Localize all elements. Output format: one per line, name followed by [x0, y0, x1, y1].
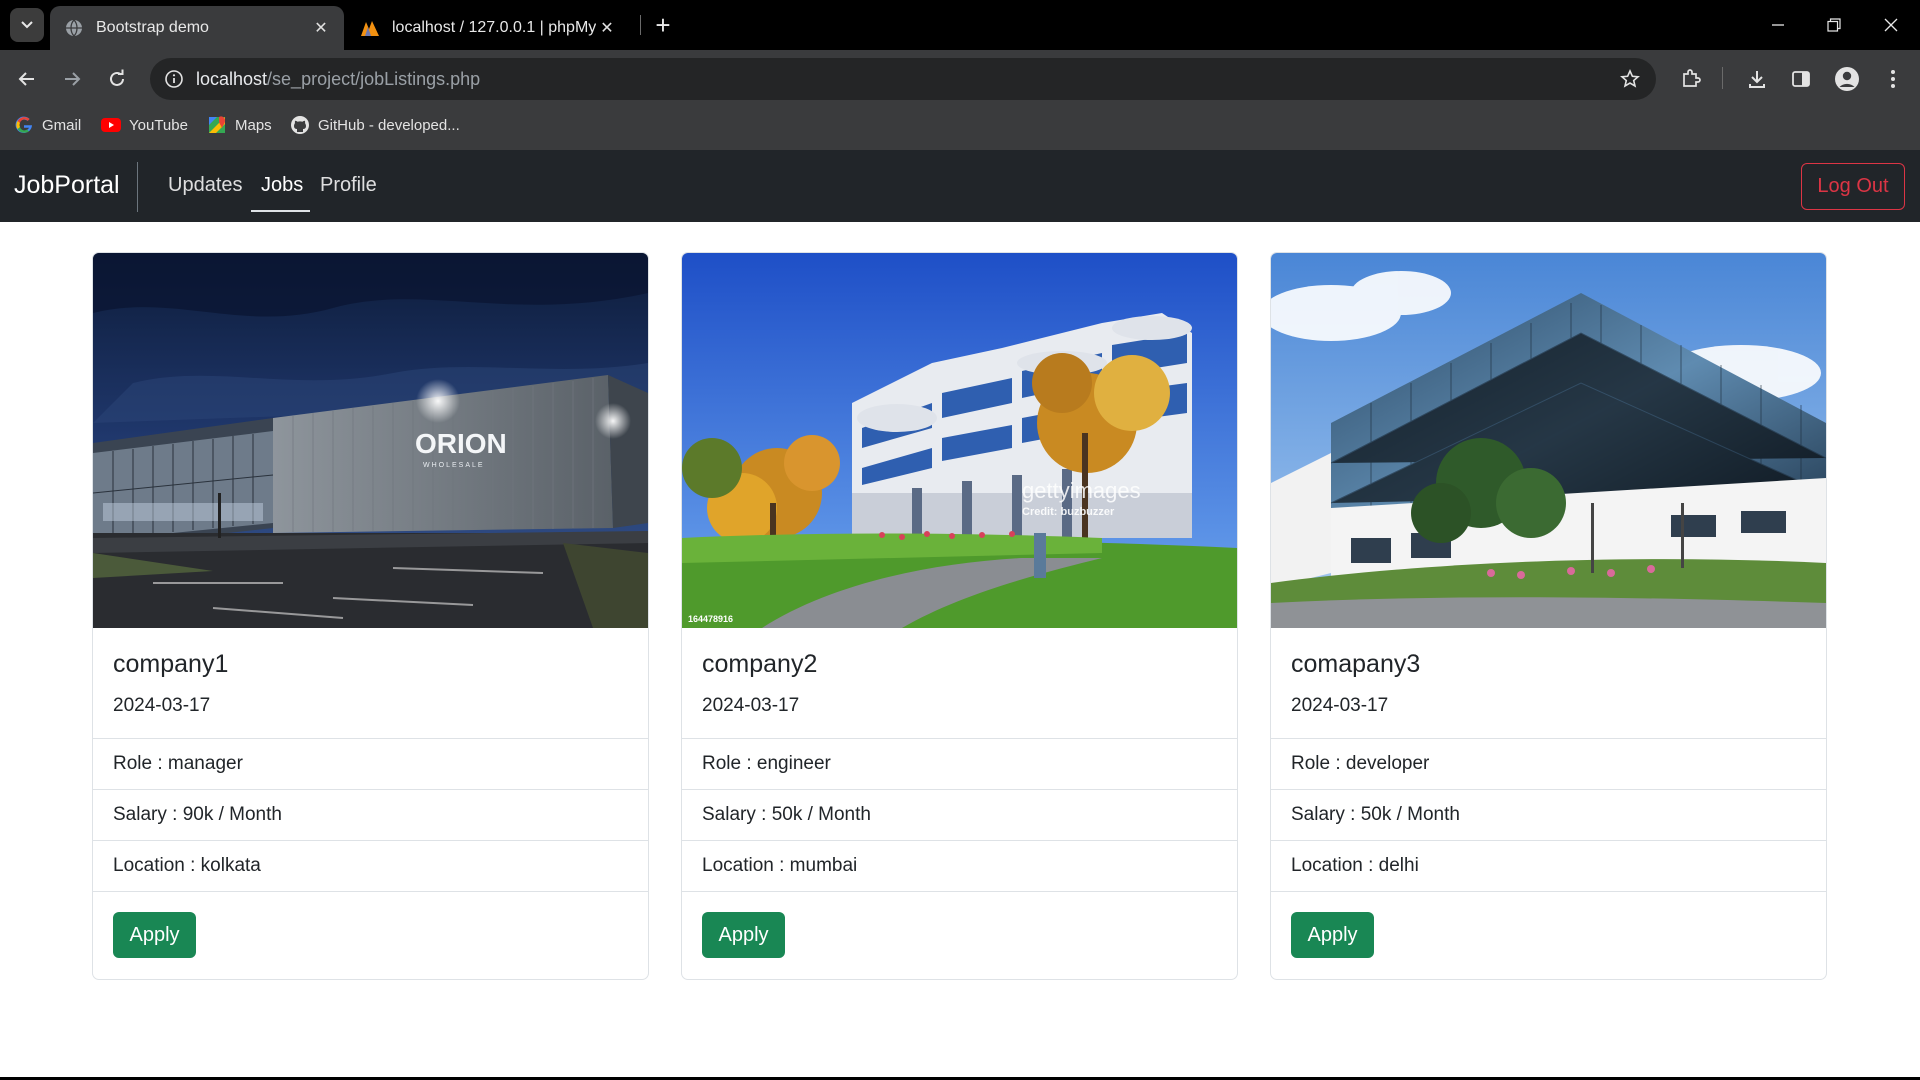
extensions-icon[interactable]: [1674, 62, 1708, 96]
apply-button[interactable]: Apply: [702, 912, 785, 958]
nav-link-profile[interactable]: Profile: [320, 174, 377, 197]
posting-date: 2024-03-17: [1291, 695, 1389, 716]
site-navbar: JobPortal Updates Jobs Profile Log Out: [0, 150, 1920, 222]
bookmarks-bar: Gmail YouTube Maps GitHub - developed...: [0, 108, 1920, 150]
company-name: company1: [113, 650, 229, 678]
maps-icon: [207, 115, 227, 135]
minimize-icon[interactable]: [1755, 0, 1801, 50]
restore-icon[interactable]: [1811, 0, 1857, 50]
job-card: gettyimages Credit: buzbuzzer 164478916 …: [681, 252, 1238, 980]
bookmark-github[interactable]: GitHub - developed...: [290, 108, 460, 142]
bookmark-label: Maps: [235, 116, 272, 134]
location-item: Location : delhi: [1271, 840, 1826, 891]
salary-item: Salary : 90k / Month: [93, 789, 648, 840]
globe-icon: [64, 18, 84, 38]
navbar-divider: [137, 162, 138, 212]
apply-button[interactable]: Apply: [1291, 912, 1374, 958]
bookmark-label: YouTube: [129, 116, 188, 134]
logout-button[interactable]: Log Out: [1801, 163, 1905, 210]
site-info-icon[interactable]: [162, 67, 186, 91]
active-nav-indicator: [251, 210, 310, 212]
card-body: company2 2024-03-17: [682, 628, 1237, 738]
bookmark-youtube[interactable]: YouTube: [101, 108, 188, 142]
google-icon: [14, 115, 34, 135]
company-name: comapany3: [1291, 650, 1421, 678]
kebab-menu-icon[interactable]: [1876, 62, 1910, 96]
nav-link-jobs[interactable]: Jobs: [261, 174, 303, 197]
profile-avatar-icon[interactable]: [1830, 62, 1864, 96]
apply-button[interactable]: Apply: [113, 912, 196, 958]
brand-logo[interactable]: JobPortal: [14, 171, 120, 200]
getty-credit: Credit: buzbuzzer: [1022, 506, 1115, 518]
tab-title: Bootstrap demo: [96, 19, 209, 36]
orion-sign: ORION: [415, 428, 507, 459]
tab-title: localhost / 127.0.0.1 | phpMyAd: [392, 19, 596, 36]
role-item: Role : manager: [93, 738, 648, 789]
getty-image-id: 164478916: [688, 614, 733, 624]
browser-tab-strip: Bootstrap demo ✕ localhost / 127.0.0.1 |…: [0, 0, 1920, 50]
card-footer: Apply: [1271, 891, 1826, 979]
tab-close-icon[interactable]: ✕: [596, 17, 618, 39]
role-item: Role : engineer: [682, 738, 1237, 789]
salary-item: Salary : 50k / Month: [682, 789, 1237, 840]
card-body: company1 2024-03-17: [93, 628, 648, 738]
side-panel-icon[interactable]: [1784, 62, 1818, 96]
bookmark-gmail[interactable]: Gmail: [14, 108, 81, 142]
chevron-down-icon: [21, 21, 33, 29]
company-image: ORION WHOLESALE: [93, 253, 648, 628]
forward-arrow-icon[interactable]: [55, 62, 89, 96]
company-image: gettyimages Credit: buzbuzzer 164478916: [682, 253, 1237, 628]
company-name: company2: [702, 650, 818, 678]
tab-divider: [640, 15, 641, 35]
job-card: ORION WHOLESALE company1 2024-03-17 Role…: [92, 252, 649, 980]
tab-close-icon[interactable]: ✕: [310, 17, 332, 39]
url-text: localhost/se_project/jobListings.php: [196, 69, 481, 89]
tab-phpmyadmin[interactable]: localhost / 127.0.0.1 | phpMyAd ✕: [346, 6, 630, 50]
new-tab-icon[interactable]: +: [650, 10, 676, 40]
github-icon: [290, 115, 310, 135]
job-card: 5520 comapany3 2024-03-17 Role : develop…: [1270, 252, 1827, 980]
close-window-icon[interactable]: [1868, 0, 1914, 50]
address-bar[interactable]: localhost/se_project/jobListings.php: [150, 58, 1656, 100]
tab-search-button[interactable]: [10, 8, 44, 42]
nav-link-updates[interactable]: Updates: [168, 174, 243, 197]
youtube-icon: [101, 115, 121, 135]
card-footer: Apply: [93, 891, 648, 979]
card-footer: Apply: [682, 891, 1237, 979]
tab-bootstrap-demo[interactable]: Bootstrap demo ✕: [50, 6, 344, 50]
salary-item: Salary : 50k / Month: [1271, 789, 1826, 840]
card-body: comapany3 2024-03-17: [1271, 628, 1826, 738]
bookmark-label: GitHub - developed...: [318, 116, 460, 134]
back-arrow-icon[interactable]: [10, 62, 44, 96]
toolbar-divider: [1722, 67, 1723, 89]
company-image: 5520: [1271, 253, 1826, 628]
posting-date: 2024-03-17: [113, 695, 211, 716]
posting-date: 2024-03-17: [702, 695, 800, 716]
bookmark-maps[interactable]: Maps: [207, 108, 272, 142]
download-icon[interactable]: [1740, 62, 1774, 96]
browser-toolbar: localhost/se_project/jobListings.php: [0, 50, 1920, 108]
bookmark-star-icon[interactable]: [1618, 67, 1642, 91]
reload-icon[interactable]: [100, 62, 134, 96]
phpmyadmin-icon: [360, 18, 380, 38]
page-viewport: JobPortal Updates Jobs Profile Log Out O…: [0, 150, 1920, 1080]
role-item: Role : developer: [1271, 738, 1826, 789]
location-item: Location : kolkata: [93, 840, 648, 891]
orion-sign-sub: WHOLESALE: [423, 462, 485, 469]
getty-watermark: gettyimages: [1022, 478, 1141, 503]
bookmark-label: Gmail: [42, 116, 82, 134]
location-item: Location : mumbai: [682, 840, 1237, 891]
